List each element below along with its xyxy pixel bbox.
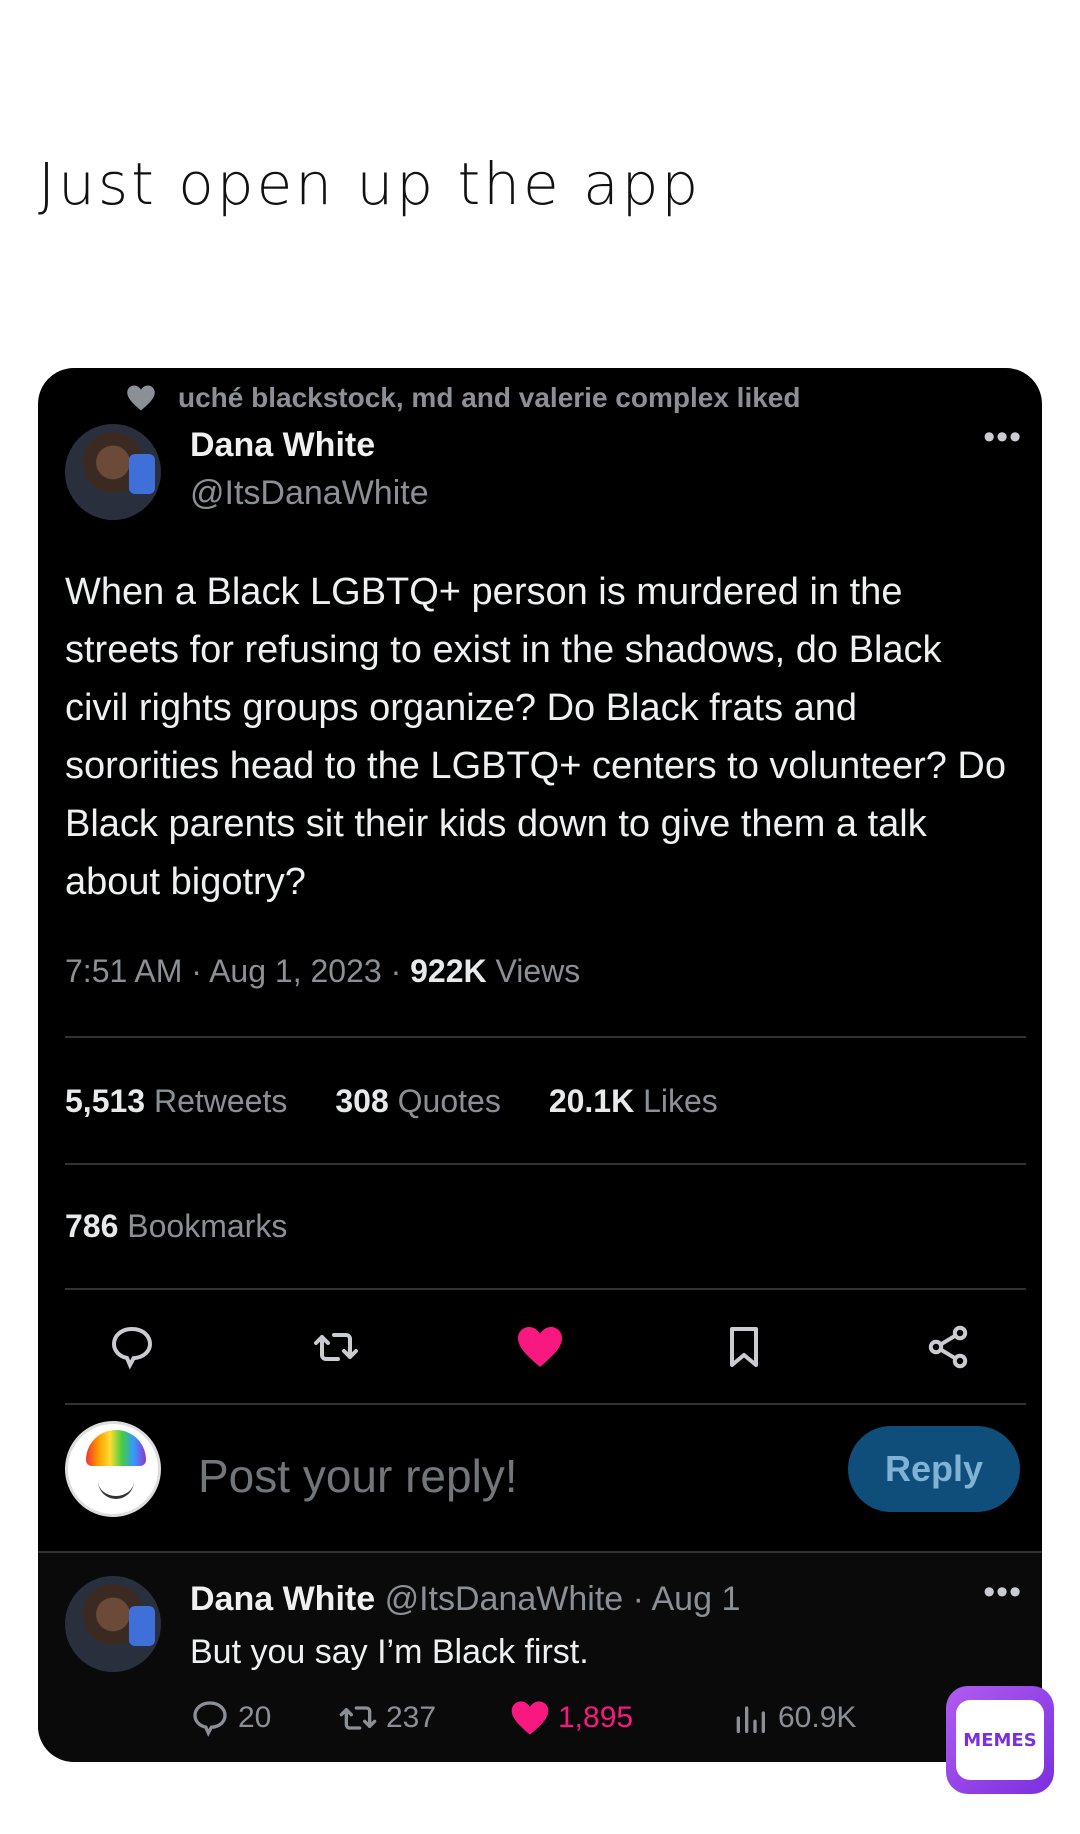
quotes-label: Quotes [388,1083,501,1119]
retweets-stat[interactable]: 5,513 Retweets [65,1083,287,1120]
retweet-count: 237 [386,1701,437,1734]
reply-author-avatar[interactable] [65,1576,161,1672]
views-count: 922K [410,953,487,989]
memes-logo: MEMES [946,1686,1054,1794]
tweet-text: When a Black LGBTQ+ person is murdered i… [65,571,1007,903]
reply-button[interactable]: Reply [848,1426,1020,1512]
user-avatar [65,1421,161,1517]
views-icon [736,1706,765,1733]
author-avatar[interactable] [65,424,161,520]
reply-actions: 20 237 1,895 60.9K [190,1664,856,1760]
comment-count: 20 [238,1701,272,1734]
meme-caption: Just open up the app [38,150,702,218]
divider [65,1036,1026,1038]
reply-retweet-action[interactable]: 237 [338,1698,510,1738]
reply-input[interactable] [196,1448,720,1504]
reply-comment-action[interactable]: 20 [190,1698,338,1738]
heart-icon [127,385,155,411]
retweets-count: 5,513 [65,1083,146,1119]
engagement-stats: 5,513 Retweets 308 Quotes 20.1K Likes [65,1083,718,1120]
views-count: 60.9K [778,1701,857,1734]
more-options-icon[interactable]: ••• [983,418,1022,457]
bookmarks-count: 786 [65,1208,119,1244]
bookmark-icon[interactable] [720,1323,768,1371]
share-icon[interactable] [924,1323,972,1371]
avatar-face [98,1472,134,1499]
tweet-card: uché blackstock, md and valerie complex … [38,368,1042,1762]
retweet-icon [339,1706,377,1730]
reply-icon[interactable] [108,1323,156,1371]
divider [65,1403,1026,1405]
memes-logo-text: MEMES [956,1700,1044,1780]
liked-by-text: uché blackstock, md and valerie complex … [178,382,801,413]
like-icon[interactable] [516,1323,564,1371]
bookmarks-label: Bookmarks [118,1208,288,1244]
reply-author-name[interactable]: Dana White [190,1580,375,1618]
tweet-meta: 7:51 AM · Aug 1, 2023 · 922K Views [65,953,580,990]
reply-views-action[interactable]: 60.9K [730,1698,856,1738]
author-name[interactable]: Dana White [190,426,375,465]
views-label: Views [486,953,581,989]
divider [65,1288,1026,1290]
reply-like-action[interactable]: 1,895 [472,1664,730,1760]
reply-header: Dana White @ItsDanaWhite · Aug 1 [190,1580,740,1619]
tweet-actions [108,1323,972,1371]
likes-stat[interactable]: 20.1K Likes [549,1083,718,1120]
author-handle[interactable]: @ItsDanaWhite [190,474,429,513]
rainbow-hair [86,1430,146,1466]
retweet-icon[interactable] [312,1323,360,1371]
social-context: uché blackstock, md and valerie complex … [126,382,800,414]
likes-count: 20.1K [548,1083,635,1119]
reply-text: But you say I’m Black first. [190,1633,589,1671]
divider [65,1163,1026,1165]
like-icon [511,1701,549,1735]
retweets-label: Retweets [145,1083,288,1119]
likes-label: Likes [634,1083,718,1119]
reply-icon [193,1701,227,1737]
reply-more-icon[interactable]: ••• [983,1573,1022,1612]
tweet-timestamp: 7:51 AM · Aug 1, 2023 · [65,953,411,989]
quotes-count: 308 [335,1083,389,1119]
like-count: 1,895 [558,1701,634,1734]
reply-meta: @ItsDanaWhite · Aug 1 [375,1580,741,1618]
bookmarks-stat: 786 Bookmarks [65,1208,287,1245]
quotes-stat[interactable]: 308 Quotes [335,1083,500,1120]
